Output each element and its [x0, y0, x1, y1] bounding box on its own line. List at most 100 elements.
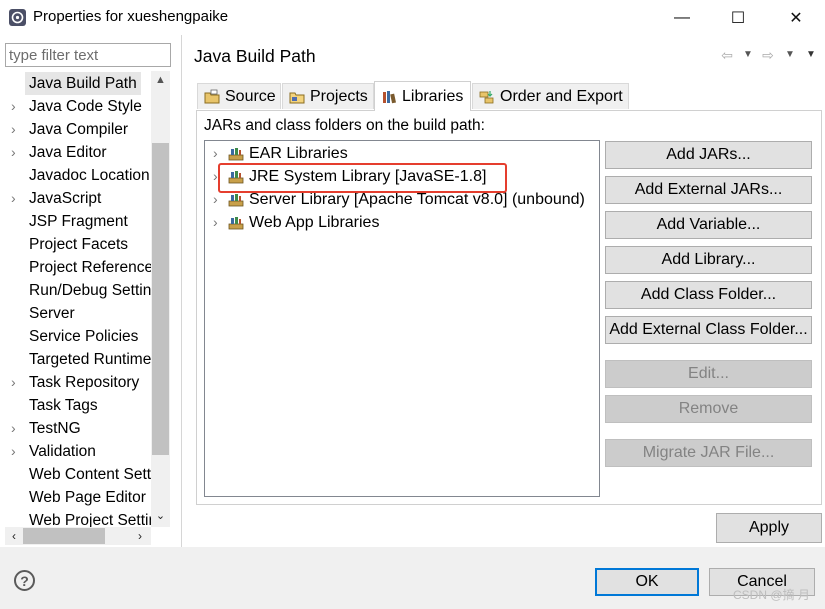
tree-item[interactable]: Run/Debug Settings: [0, 279, 151, 302]
library-books-icon: [381, 89, 397, 105]
tree-item-label: JSP Fragment: [29, 213, 128, 230]
library-icon: [228, 215, 244, 231]
library-icon: [228, 146, 244, 162]
page-title: Java Build Path: [194, 46, 316, 66]
tab-order-and-export[interactable]: Order and Export: [472, 83, 629, 109]
scroll-up-icon[interactable]: ▲: [151, 71, 170, 89]
tree-item-label: Targeted Runtimes: [29, 351, 151, 368]
tree-item[interactable]: Web Content Settings: [0, 463, 151, 486]
tree-item[interactable]: › Task Repository: [0, 371, 151, 394]
vertical-scroll-thumb[interactable]: [152, 143, 169, 455]
tab-libraries[interactable]: Libraries: [374, 81, 471, 111]
back-menu-chevron-icon[interactable]: ▼: [738, 45, 758, 65]
tree-item[interactable]: › JavaScript: [0, 187, 151, 210]
tree-item-label: Web Content Settings: [29, 466, 151, 483]
forward-arrow-icon[interactable]: ⇨: [758, 45, 778, 65]
library-label: EAR Libraries: [249, 145, 348, 162]
tree-item-label: Web Project Settings: [29, 512, 151, 527]
tab-label: Projects: [310, 87, 368, 105]
tree-item[interactable]: Javadoc Location: [0, 164, 151, 187]
tree-item-label: Validation: [29, 443, 96, 460]
library-label: Web App Libraries: [249, 214, 380, 231]
tree-item[interactable]: › Validation: [0, 440, 151, 463]
tree-item[interactable]: Project References: [0, 256, 151, 279]
tree-item[interactable]: Service Policies: [0, 325, 151, 348]
scroll-left-icon[interactable]: ‹: [5, 527, 23, 545]
add-variable-button[interactable]: Add Variable...: [605, 211, 812, 239]
migrate-jar-button[interactable]: Migrate JAR File...: [605, 439, 812, 467]
back-arrow-icon[interactable]: ⇦: [717, 45, 737, 65]
dialog-footer: [0, 547, 825, 609]
window-title: Properties for xueshengpaike: [33, 8, 229, 25]
add-external-class-folder-button[interactable]: Add External Class Folder...: [605, 316, 812, 344]
tree-item[interactable]: Server: [0, 302, 151, 325]
help-icon[interactable]: ?: [14, 570, 35, 591]
expand-chevron-icon[interactable]: ›: [11, 95, 21, 118]
tree-item[interactable]: Targeted Runtimes: [0, 348, 151, 371]
add-external-jars-button[interactable]: Add External JARs...: [605, 176, 812, 204]
tree-item[interactable]: Project Facets: [0, 233, 151, 256]
project-folder-icon: [289, 89, 305, 105]
tree-item[interactable]: JSP Fragment: [0, 210, 151, 233]
expand-chevron-icon[interactable]: ›: [11, 187, 21, 210]
scroll-down-icon[interactable]: ⌄: [151, 505, 170, 525]
tree-item-label: Task Tags: [29, 397, 98, 414]
library-icon: [228, 192, 244, 208]
library-item-webapp[interactable]: › Web App Libraries: [205, 211, 599, 234]
close-button[interactable]: ✕: [773, 0, 819, 35]
watermark-text: CSDN @摘 月: [733, 588, 810, 602]
tree-item[interactable]: › Java Editor: [0, 141, 151, 164]
ok-button[interactable]: OK: [595, 568, 699, 596]
expand-chevron-icon[interactable]: ›: [11, 440, 21, 463]
tree-item[interactable]: Web Page Editor: [0, 486, 151, 509]
expand-chevron-icon[interactable]: ›: [11, 141, 21, 164]
apply-button[interactable]: Apply: [716, 513, 822, 543]
tree-item-label: Project Facets: [29, 236, 129, 253]
expand-chevron-icon[interactable]: ›: [213, 188, 218, 211]
tree-item[interactable]: Task Tags: [0, 394, 151, 417]
tree-item[interactable]: Web Project Settings: [0, 509, 151, 527]
tree-item-label: Task Repository: [29, 374, 140, 391]
expand-chevron-icon[interactable]: ›: [11, 417, 21, 440]
tree-item[interactable]: Java Build Path: [0, 72, 151, 95]
filter-input[interactable]: [5, 43, 171, 67]
tree-item-label: JavaScript: [29, 190, 102, 207]
tree-item-label: Java Build Path: [25, 72, 141, 95]
tree-item[interactable]: › TestNG: [0, 417, 151, 440]
tab-label: Source: [225, 87, 276, 105]
expand-chevron-icon[interactable]: ›: [11, 118, 21, 141]
tree-item-label: Web Page Editor: [29, 489, 146, 506]
tree-item[interactable]: › Java Code Style: [0, 95, 151, 118]
expand-chevron-icon[interactable]: ›: [213, 165, 218, 188]
edit-button[interactable]: Edit...: [605, 360, 812, 388]
tab-label: Order and Export: [500, 87, 623, 105]
tree-item-label: Run/Debug Settings: [29, 282, 151, 299]
highlight-annotation-box: [218, 163, 507, 193]
tab-projects[interactable]: Projects: [282, 83, 374, 109]
forward-menu-chevron-icon[interactable]: ▼: [780, 45, 800, 65]
expand-chevron-icon[interactable]: ›: [213, 142, 218, 165]
tree-item-label: Service Policies: [29, 328, 139, 345]
minimize-button[interactable]: —: [659, 0, 705, 35]
tree-item-label: Project References: [29, 259, 151, 276]
add-jars-button[interactable]: Add JARs...: [605, 141, 812, 169]
remove-button[interactable]: Remove: [605, 395, 812, 423]
add-library-button[interactable]: Add Library...: [605, 246, 812, 274]
add-class-folder-button[interactable]: Add Class Folder...: [605, 281, 812, 309]
libraries-heading: JARs and class folders on the build path…: [204, 117, 485, 134]
expand-chevron-icon[interactable]: ›: [11, 371, 21, 394]
maximize-button[interactable]: ☐: [715, 0, 761, 35]
tab-source[interactable]: Source: [197, 83, 281, 109]
horizontal-scroll-thumb[interactable]: [23, 528, 105, 544]
library-item-ear[interactable]: › EAR Libraries: [205, 142, 599, 165]
order-export-icon: [479, 89, 495, 105]
libraries-tree: › EAR Libraries › JRE System Library [Ja…: [204, 140, 600, 497]
scroll-right-icon[interactable]: ›: [131, 527, 149, 545]
tree-item-label: Java Code Style: [29, 98, 142, 115]
eclipse-icon: [8, 8, 27, 27]
source-folder-icon: [204, 89, 220, 105]
tree-item-label: Server: [29, 305, 75, 322]
tree-item[interactable]: › Java Compiler: [0, 118, 151, 141]
expand-chevron-icon[interactable]: ›: [213, 211, 218, 234]
view-menu-icon[interactable]: ▼: [801, 45, 821, 65]
